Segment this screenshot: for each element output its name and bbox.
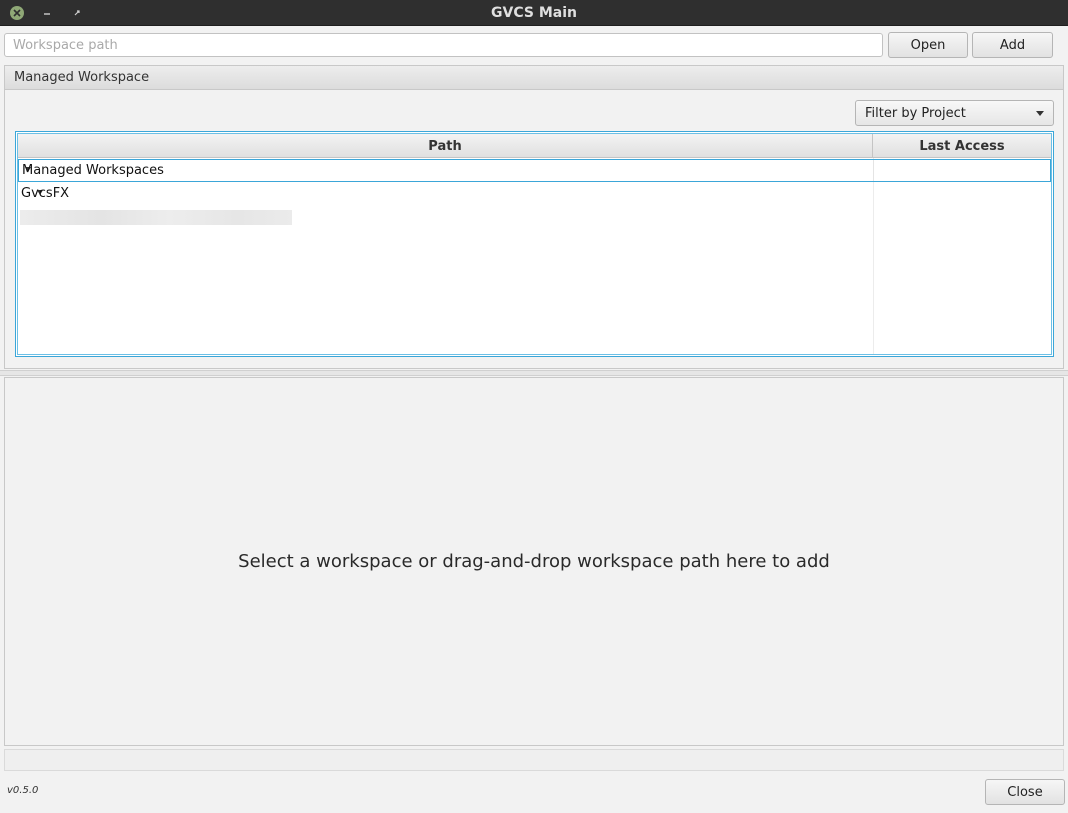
filter-label: Filter by Project — [865, 106, 966, 121]
panel-title: Managed Workspace — [14, 70, 150, 85]
window-titlebar: GVCS Main — [0, 0, 1068, 26]
split-pane-divider[interactable] — [0, 370, 1068, 376]
column-headers: Path Last Access — [18, 134, 1051, 158]
filter-by-project-select[interactable]: Filter by Project — [855, 100, 1054, 126]
open-button[interactable]: Open — [888, 32, 968, 58]
workspace-drop-area[interactable]: Select a workspace or drag-and-drop work… — [4, 377, 1064, 746]
panel-header[interactable]: Managed Workspace — [5, 66, 1063, 90]
version-label: v0.5.0 — [7, 785, 39, 796]
status-bar — [4, 749, 1064, 771]
close-button[interactable]: Close — [985, 779, 1065, 805]
tree-row-label: Managed Workspaces — [22, 163, 164, 178]
tree-row-managed-workspaces[interactable]: Managed Workspaces — [18, 159, 1051, 182]
chevron-down-icon — [1036, 111, 1044, 116]
drop-area-hint: Select a workspace or drag-and-drop work… — [238, 551, 830, 572]
tree-row-gvcsfx[interactable]: GvcsFX — [18, 183, 1051, 206]
column-header-last-access[interactable]: Last Access — [873, 134, 1051, 158]
add-button[interactable]: Add — [972, 32, 1053, 58]
tree-row-label: GvcsFX — [21, 186, 70, 201]
workspace-tree-table[interactable]: Path Last Access Managed Workspaces Gvcs… — [15, 131, 1054, 357]
redacted-workspace-path[interactable] — [20, 210, 292, 225]
tree-table-focus-ring: Path Last Access Managed Workspaces Gvcs… — [17, 133, 1052, 355]
window-title: GVCS Main — [491, 5, 577, 21]
cell-separator — [873, 160, 874, 181]
workspace-path-input[interactable] — [4, 33, 883, 57]
managed-workspace-panel: Managed Workspace Filter by Project Path… — [4, 65, 1064, 369]
column-header-path[interactable]: Path — [18, 134, 873, 158]
